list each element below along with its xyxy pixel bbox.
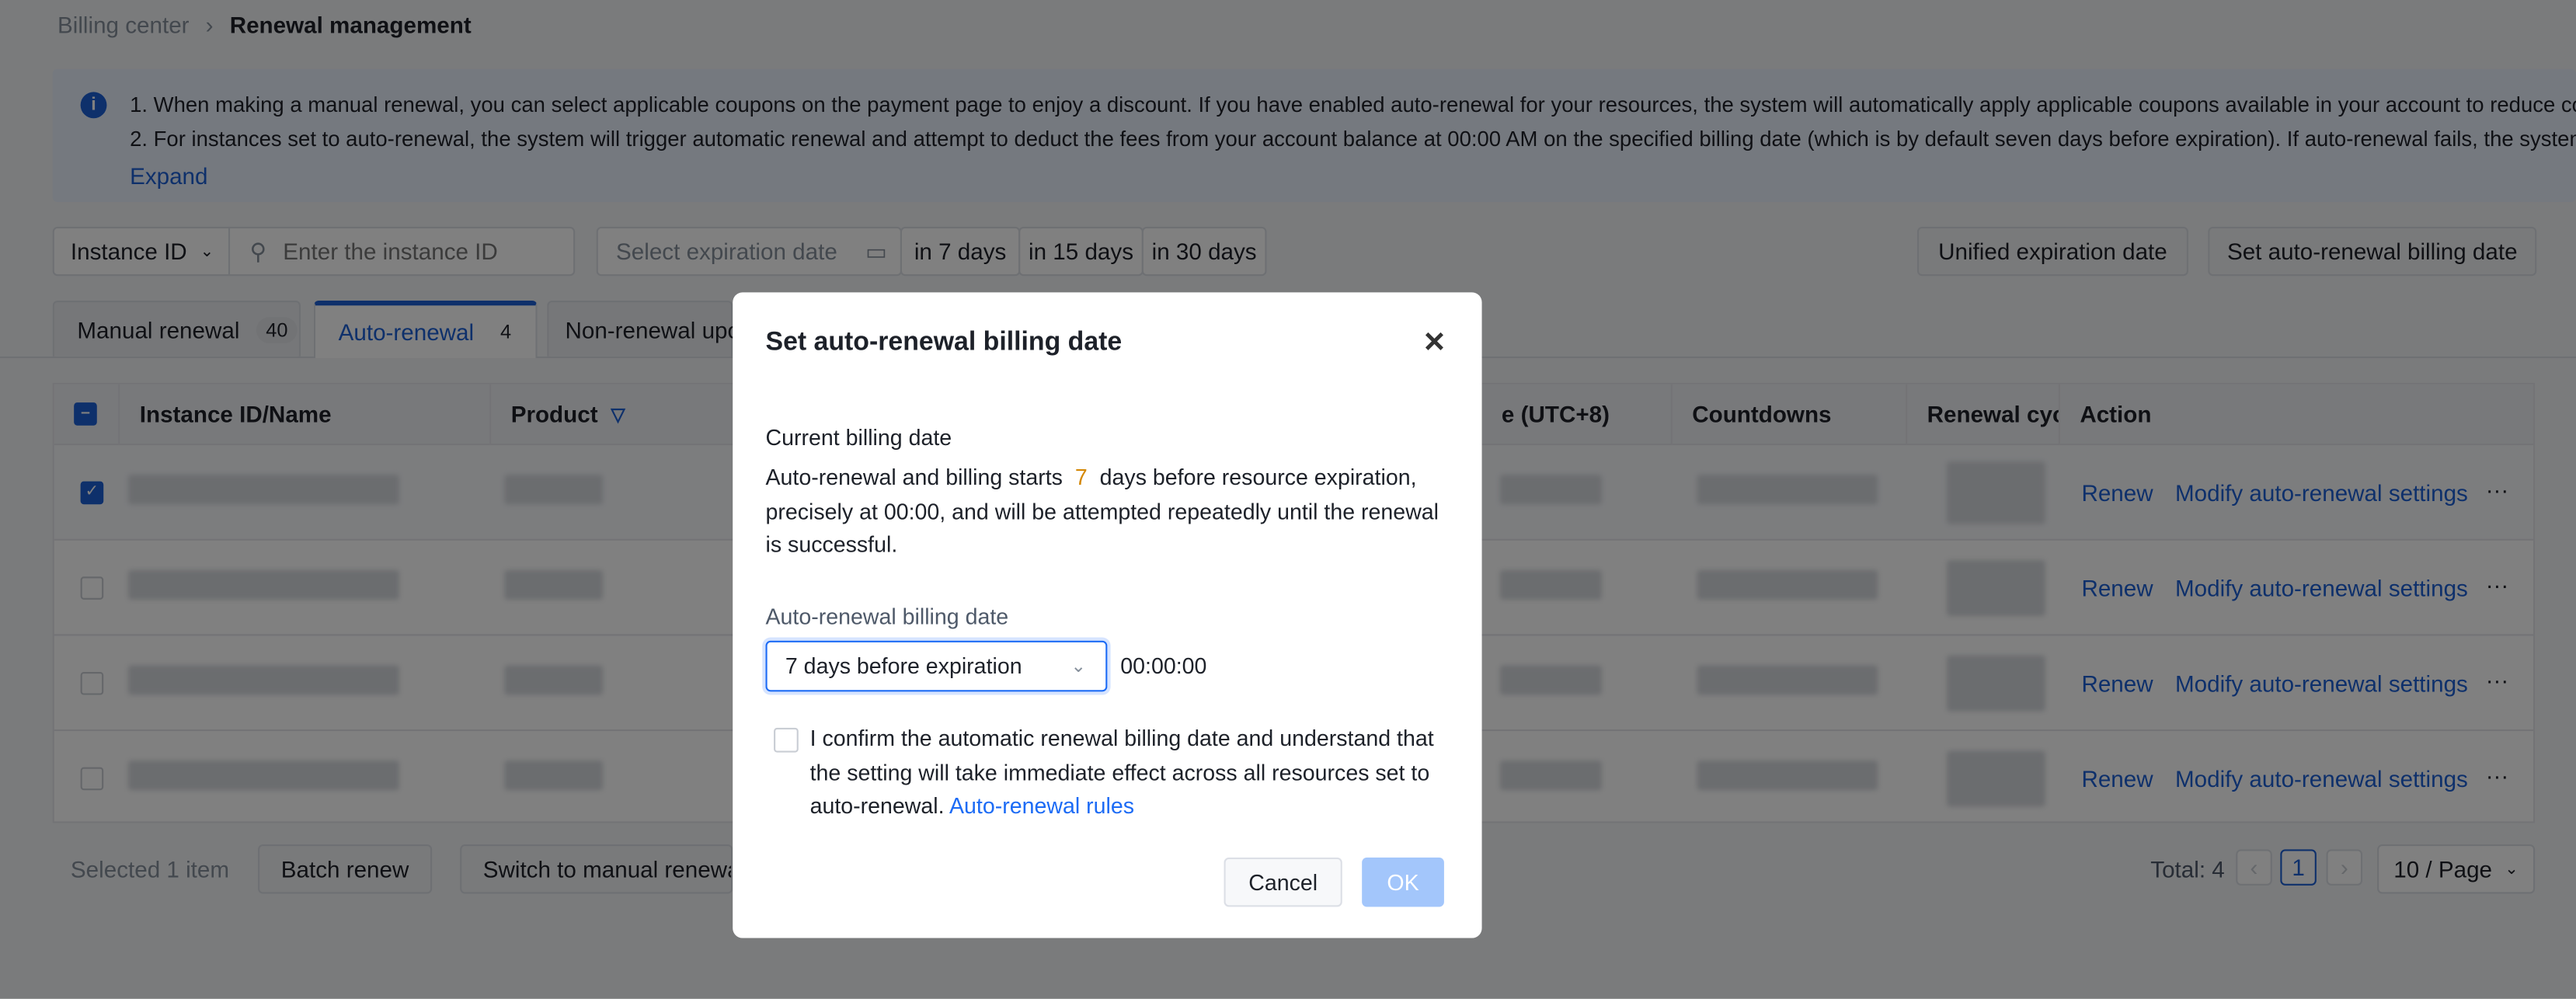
renewal-management-page: Billing center › Renewal management i 1.… [0,0,2576,999]
search-group: Instance ID ⌄ ⚲ [52,226,576,277]
filter-icon[interactable]: ▽ [611,403,625,424]
more-actions-icon[interactable]: ··· [2486,762,2509,788]
breadcrumb-billing-center[interactable]: Billing center [57,12,190,38]
batch-renew-button[interactable]: Batch renew [258,844,433,894]
tab-label: Manual renewal [77,316,240,343]
row-checkbox[interactable] [80,767,104,791]
notice-line-1: 1. When making a manual renewal, you can… [130,92,2576,117]
page-1-button[interactable]: 1 [2280,849,2317,886]
total-count: Total: 4 [2150,855,2225,882]
billing-description: Auto-renewal and billing starts 7 days b… [765,461,1455,562]
select-all-checkbox[interactable]: – [74,402,97,426]
more-actions-icon[interactable]: ··· [2486,476,2509,503]
info-icon: i [80,92,107,119]
filter-type-select[interactable]: Instance ID ⌄ [54,228,231,275]
select-value: 7 days before expiration [785,653,1022,679]
info-notice: i 1. When making a manual renewal, you c… [52,68,2576,203]
col-product-label: Product [510,401,598,427]
tab-count: 4 [500,320,512,343]
auto-renewal-rules-link[interactable]: Auto-renewal rules [949,793,1134,818]
set-billing-date-button[interactable]: Set auto-renewal billing date [2208,226,2537,277]
expiration-date-picker[interactable]: Select expiration date ▭ [596,226,903,277]
confirm-text: I confirm the automatic renewal billing … [810,723,1451,824]
prev-page-button[interactable]: ‹ [2236,849,2272,886]
modify-auto-renewal-link[interactable]: Modify auto-renewal settings [2175,480,2468,506]
renew-link[interactable]: Renew [2081,480,2153,506]
days-value: 7 [1074,465,1088,490]
billing-date-select[interactable]: 7 days before expiration ⌄ [765,640,1108,692]
filter-type-value: Instance ID [70,238,187,265]
modify-auto-renewal-link[interactable]: Modify auto-renewal settings [2175,670,2468,697]
current-billing-label: Current billing date [765,425,952,451]
more-actions-icon[interactable]: ··· [2486,572,2509,598]
tab-label: Non-renewal upo [565,316,740,343]
renew-link[interactable]: Renew [2081,765,2153,792]
col-countdown: Countdowns [1672,384,1908,444]
desc-pre: Auto-renewal and billing starts [765,465,1063,490]
set-billing-date-dialog: Set auto-renewal billing date ✕ Current … [733,292,1482,938]
cancel-button[interactable]: Cancel [1224,857,1342,907]
billing-time: 00:00:00 [1120,653,1207,679]
quick-30-days[interactable]: in 30 days [1141,226,1267,277]
select-all-cell: – [54,384,120,444]
breadcrumb: Billing center › Renewal management [57,12,472,38]
col-expiry: e (UTC+8) [1481,384,1673,444]
renew-link[interactable]: Renew [2081,575,2153,601]
chevron-down-icon: ⌄ [200,242,214,261]
col-action: Action [2059,384,2534,444]
dialog-title: Set auto-renewal billing date [765,328,1123,357]
date-placeholder: Select expiration date [616,238,837,265]
ok-button[interactable]: OK [1362,857,1444,907]
quick-7-days[interactable]: in 7 days [900,226,1021,277]
calendar-icon: ▭ [865,237,887,264]
page-size-select[interactable]: 10 / Page ⌄ [2377,844,2536,894]
modify-auto-renewal-link[interactable]: Modify auto-renewal settings [2175,575,2468,601]
selected-count: Selected 1 item [70,855,230,882]
tab-manual-renewal[interactable]: Manual renewal 40 [52,301,301,357]
page-size-value: 10 / Page [2393,855,2493,882]
tab-auto-renewal[interactable]: Auto-renewal 4 [313,301,538,359]
tab-non-renewal[interactable]: Non-renewal upo [547,301,740,357]
instance-search-input[interactable] [283,238,562,265]
renew-link[interactable]: Renew [2081,670,2153,697]
switch-manual-button[interactable]: Switch to manual renewal [460,844,733,894]
chevron-right-icon: › [205,11,214,38]
expand-link[interactable]: Expand [130,162,207,189]
search-icon: ⚲ [249,237,267,264]
chevron-down-icon: ⌄ [2505,860,2519,879]
next-page-button[interactable]: › [2326,849,2363,886]
tab-count: 40 [256,316,298,343]
close-icon[interactable]: ✕ [1422,327,1446,360]
unified-expiration-button[interactable]: Unified expiration date [1916,226,2188,277]
more-actions-icon[interactable]: ··· [2486,667,2509,694]
tab-label: Auto-renewal [338,318,475,346]
modify-auto-renewal-link[interactable]: Modify auto-renewal settings [2175,765,2468,792]
page-title: Renewal management [229,11,472,38]
row-checkbox[interactable] [80,671,104,695]
notice-line-2: 2. For instances set to auto-renewal, th… [130,126,2576,151]
col-cycle: Renewal cycl [1907,384,2060,444]
col-name: Instance ID/Name [120,384,492,444]
confirm-checkbox[interactable] [774,727,799,753]
chevron-down-icon: ⌄ [1070,656,1086,677]
billing-date-label: Auto-renewal billing date [765,604,1009,629]
row-checkbox[interactable]: ✓ [80,481,104,505]
row-checkbox[interactable] [80,576,104,600]
quick-15-days[interactable]: in 15 days [1018,226,1144,277]
